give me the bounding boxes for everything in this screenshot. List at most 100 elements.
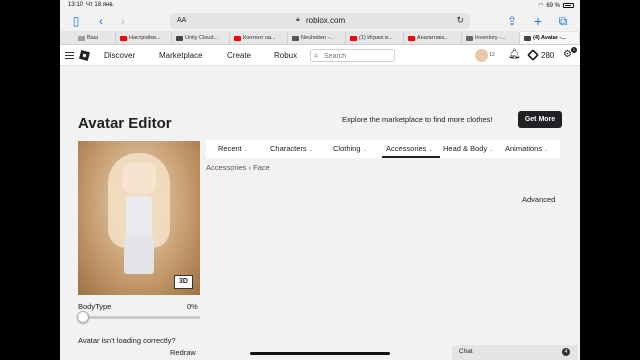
get-more-button[interactable]: Get More bbox=[518, 111, 562, 128]
body-type-slider-thumb[interactable] bbox=[77, 311, 89, 323]
breadcrumb-separator: › bbox=[248, 163, 252, 172]
robux-icon[interactable] bbox=[526, 48, 540, 62]
status-time: 13:10 bbox=[68, 2, 84, 8]
bell-icon[interactable]: 🔔︎ bbox=[508, 49, 521, 60]
lock-icon: 🔒︎ bbox=[296, 16, 300, 23]
nav-discover[interactable]: Discover bbox=[104, 51, 135, 60]
search-box[interactable]: ⌕ bbox=[310, 49, 395, 62]
tab-favicon bbox=[78, 35, 85, 41]
chevron-down-icon: ⌄ bbox=[243, 147, 248, 153]
youtube-icon bbox=[408, 35, 415, 41]
nav-create[interactable]: Create bbox=[227, 51, 251, 60]
chevron-down-icon: ⌄ bbox=[489, 147, 494, 153]
avatar-preview[interactable]: 3D bbox=[78, 141, 200, 295]
chevron-down-icon: ⌄ bbox=[308, 147, 313, 153]
status-date: Чт 18 янв. bbox=[86, 2, 115, 8]
tab-label: Animations bbox=[505, 144, 543, 153]
browser-tab[interactable]: Neuheiten -... bbox=[288, 32, 346, 44]
avatar-not-loading-text: Avatar isn't loading correctly? bbox=[78, 336, 176, 345]
browser-tab[interactable]: Контент на... bbox=[230, 32, 288, 44]
toggle-3d-button[interactable]: 3D bbox=[174, 275, 193, 289]
body-type-label: BodyType bbox=[78, 302, 112, 311]
forward-icon[interactable]: › bbox=[115, 14, 131, 28]
notification-badge: 1 bbox=[571, 47, 577, 53]
body-type-value: 0% bbox=[187, 302, 198, 311]
breadcrumb-current: Face bbox=[253, 163, 270, 172]
tab-label: Inventory -... bbox=[475, 35, 506, 41]
tab-label: Head & Body bbox=[443, 144, 488, 153]
tab-label: Unity Cloud... bbox=[185, 35, 219, 41]
url-text: roblox.com bbox=[306, 16, 346, 25]
tab-label: Accessories bbox=[386, 144, 427, 153]
breadcrumb-parent[interactable]: Accessories bbox=[206, 163, 246, 172]
tab-label: Characters bbox=[270, 144, 307, 153]
ipad-screen: 13:10 Чт 18 янв. ◠ 69 % ▯ ‹ › AA 🔒︎ robl… bbox=[60, 0, 580, 360]
chevron-down-icon: ⌄ bbox=[544, 147, 549, 153]
new-tab-icon[interactable]: + bbox=[530, 14, 546, 28]
avatar-legs bbox=[124, 236, 154, 274]
browser-tab[interactable]: Inventory -... bbox=[462, 32, 520, 44]
browser-tab[interactable]: Настройки... bbox=[116, 32, 172, 44]
avatar[interactable] bbox=[475, 49, 488, 62]
body-type-slider-track[interactable] bbox=[82, 316, 200, 319]
avatar-body bbox=[126, 196, 152, 236]
roblox-navbar: Discover Marketplace Create Robux ⌕ 13 🔔… bbox=[60, 45, 580, 66]
search-icon: ⌕ bbox=[314, 51, 319, 60]
active-tab-indicator bbox=[382, 156, 440, 158]
tab-head-body[interactable]: Head & Body ⌄ bbox=[443, 144, 493, 153]
tab-clothing[interactable]: Clothing ⌄ bbox=[333, 144, 367, 153]
tab-recent[interactable]: Recent ⌄ bbox=[218, 144, 248, 153]
tab-label: Ваш bbox=[87, 35, 99, 41]
tab-characters[interactable]: Characters ⌄ bbox=[270, 144, 313, 153]
robux-balance[interactable]: 280 bbox=[541, 51, 554, 60]
chat-bar[interactable]: Chat 4 bbox=[452, 345, 578, 360]
reload-icon[interactable]: ↻ bbox=[456, 15, 464, 26]
chat-badge: 4 bbox=[562, 348, 570, 356]
tab-label: Контент на... bbox=[243, 35, 276, 41]
tab-accessories[interactable]: Accessories ⌄ bbox=[386, 144, 433, 153]
chevron-down-icon: ⌄ bbox=[428, 147, 433, 153]
browser-toolbar: ▯ ‹ › AA 🔒︎ roblox.com ↻ ⇪ + ⧉ bbox=[60, 11, 580, 31]
wifi-icon: ◠ bbox=[538, 3, 544, 9]
advanced-link[interactable]: Advanced bbox=[522, 195, 555, 204]
tab-strip: Ваш Настройки... Unity Cloud... Контент … bbox=[60, 31, 580, 45]
page-title: Avatar Editor bbox=[78, 115, 172, 132]
unity-icon bbox=[176, 35, 183, 41]
browser-tab[interactable]: (1) Играю в... bbox=[346, 32, 404, 44]
tab-label: Recent bbox=[218, 144, 242, 153]
browser-tab[interactable]: Unity Cloud... bbox=[172, 32, 230, 44]
back-icon[interactable]: ‹ bbox=[93, 14, 109, 28]
nav-marketplace[interactable]: Marketplace bbox=[159, 51, 203, 60]
youtube-icon bbox=[234, 35, 241, 41]
tab-animations[interactable]: Animations ⌄ bbox=[505, 144, 548, 153]
home-indicator[interactable] bbox=[250, 352, 390, 355]
text-size-button[interactable]: AA bbox=[177, 17, 186, 24]
site-icon bbox=[292, 35, 299, 41]
nav-robux[interactable]: Robux bbox=[274, 51, 297, 60]
status-right: ◠ 69 % bbox=[538, 2, 574, 9]
browser-tab-active[interactable]: (4) Avatar -... bbox=[520, 32, 580, 44]
battery-percent: 69 % bbox=[546, 2, 560, 9]
share-icon[interactable]: ⇪ bbox=[504, 14, 520, 28]
battery-icon bbox=[563, 3, 574, 8]
tab-label: Аналитика... bbox=[417, 35, 449, 41]
browser-tab[interactable]: Ваш bbox=[74, 32, 116, 44]
avatar-face bbox=[122, 163, 156, 193]
tab-label: Clothing bbox=[333, 144, 361, 153]
roblox-logo-icon[interactable] bbox=[78, 49, 91, 62]
address-bar[interactable]: AA 🔒︎ roblox.com ↻ bbox=[170, 13, 470, 29]
explore-text: Explore the marketplace to find more clo… bbox=[342, 115, 493, 124]
browser-tab[interactable]: Аналитика... bbox=[404, 32, 462, 44]
roblox-favicon bbox=[466, 35, 473, 41]
redraw-button[interactable]: Redraw bbox=[170, 348, 196, 357]
category-tabs: Recent ⌄ Characters ⌄ Clothing ⌄ Accessorie… bbox=[206, 140, 560, 158]
tab-label: Настройки... bbox=[129, 35, 161, 41]
chat-label: Chat bbox=[459, 348, 473, 355]
tabs-overview-icon[interactable]: ⧉ bbox=[555, 14, 571, 28]
search-input[interactable] bbox=[324, 51, 392, 61]
tab-label: (1) Играю в... bbox=[359, 35, 393, 41]
roblox-favicon bbox=[524, 35, 531, 41]
sidebar-icon[interactable]: ▯ bbox=[68, 14, 84, 28]
breadcrumb: Accessories › Face bbox=[206, 163, 270, 172]
menu-icon[interactable] bbox=[65, 52, 74, 59]
